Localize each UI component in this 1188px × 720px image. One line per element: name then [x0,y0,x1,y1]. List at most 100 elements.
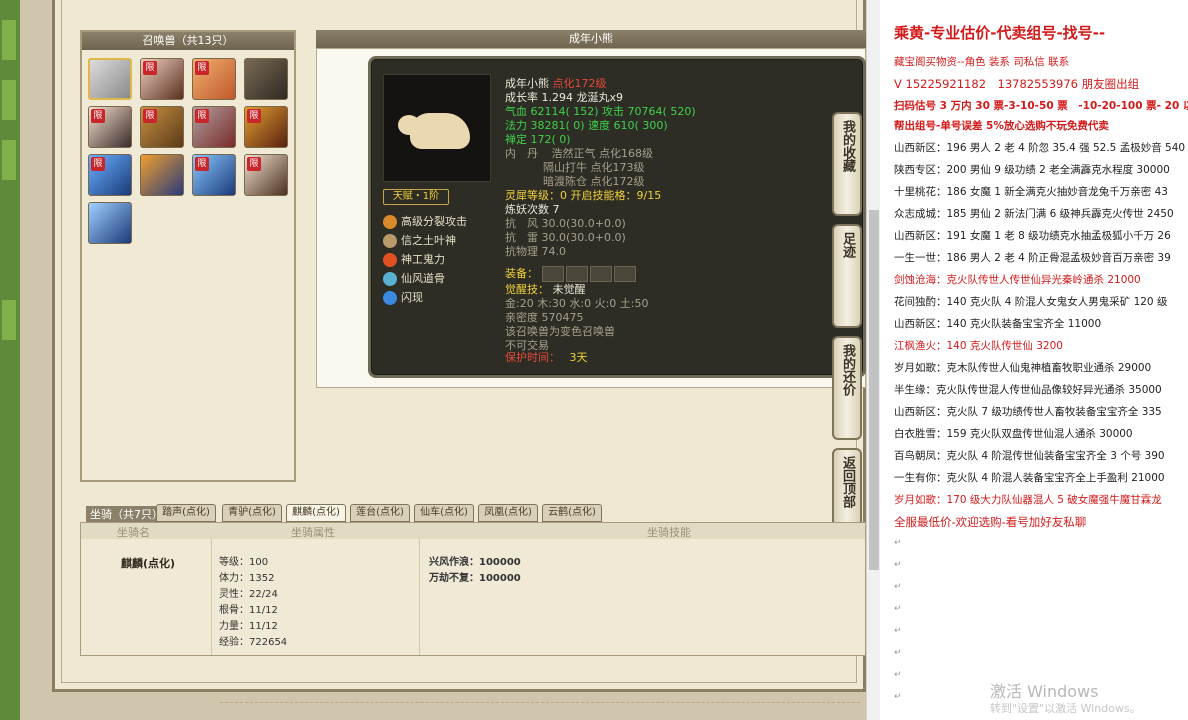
skill-icon [383,291,397,305]
strip-block [2,20,16,60]
skill-item[interactable]: 闪现 [383,289,423,305]
doc-line: 藏宝阁买物资--角色 装系 司私信 联系 [894,56,1070,68]
paragraph-mark: ↵ [894,582,902,592]
doc-entry: 岁月如歌：克木队传世人仙鬼神植畜牧职业通杀 29000 [894,362,1152,374]
col-mount-attr: 坐骑属性 [291,526,335,539]
tab-mount-1[interactable]: 踏声(点化) [156,504,216,522]
equip-slot[interactable] [565,266,588,282]
doc-entry: 一生一世：186 男人 2 老 4 阶正骨混孟极妙音百万亲密 39 [894,252,1171,264]
doc-entry: 陕西专区：200 男仙 9 级功绩 2 老全满霹克水程度 30000 [894,164,1170,176]
pet-slot[interactable]: 限 [88,106,132,148]
doc-line: V 15225921182 13782553976 朋友圈出组 [894,77,1140,91]
mount-attr: 经验：722654 [219,637,288,648]
mount-count-label: 坐骑（共7只） [86,506,167,522]
limit-badge: 限 [143,61,157,75]
doc-entry: 山西新区：191 女魔 1 老 8 级功绩克水抽孟极狐小千万 26 [894,230,1171,242]
strip-block [2,80,16,120]
windows-watermark: 激活 Windows [990,682,1099,701]
doc-entry: 百鸟朝凤：克火队 4 阶混传世仙装备宝宝齐全 3 个号 390 [894,450,1165,462]
tab-mount-3[interactable]: 麒麟(点化) [286,504,346,522]
pet-slot[interactable] [140,154,184,196]
limit-badge: 限 [195,109,209,123]
protect-label: 保护时间： [505,351,560,364]
skill-icon [383,215,397,229]
tab-mount-4[interactable]: 莲台(点化) [350,504,410,522]
col-mount-name: 坐骑名 [117,526,150,539]
pet-slot[interactable]: 限 [192,58,236,100]
talent-badge: 天赋・1阶 [383,189,449,205]
limit-badge: 限 [91,109,105,123]
history-button[interactable]: 足迹 [832,224,862,328]
paragraph-mark: ↵ [894,648,902,658]
windows-watermark-sub: 转到"设置"以激活 Windows。 [990,702,1141,715]
strip-block [2,300,16,340]
pet-slot[interactable] [244,58,288,100]
pet-slot[interactable]: 限 [244,154,288,196]
summon-panel: 召唤兽（共13只） 限 限 限 限 限 限 限 限 限 [80,30,296,482]
pet-info-header: 成年小熊 [316,30,866,48]
skill-item[interactable]: 高级分裂攻击 [383,213,467,229]
dan-label: 内 丹 [505,147,538,160]
paragraph-mark: ↵ [894,604,902,614]
pet-tooltip: 成年小熊 点化172级 成长率 1.294 龙涎丸x9 气血 62114( 15… [368,56,866,378]
resist-physical: 抗物理 74.0 [505,245,566,258]
tab-mount-5[interactable]: 仙车(点化) [414,504,474,522]
equip-slot[interactable] [613,266,636,282]
mount-name: 麒麟(点化) [121,557,176,570]
doc-entry: 众志成城：185 男仙 2 新法门满 6 级神兵霹克火传世 2450 [894,208,1174,220]
vertical-scrollbar[interactable] [866,0,880,720]
pet-slot[interactable]: 限 [140,106,184,148]
limit-badge: 限 [195,157,209,171]
limit-badge: 限 [247,157,261,171]
doc-entry: 白衣胜雪：159 克火队双盘传世仙混人通杀 30000 [894,428,1133,440]
doc-entry: 江枫渔火：140 克火队传世仙 3200 [894,340,1063,352]
doc-entry: 一生有你：克火队 4 阶混人装备宝宝齐全上手盈利 21000 [894,472,1165,484]
my-offers-button[interactable]: 我的还价 [832,336,862,440]
skill-icon [383,234,397,248]
skill-item[interactable]: 仙风道骨 [383,270,445,286]
doc-entry: 山西新区：克火队 7 级功绩传世人畜牧装备宝宝齐全 335 [894,406,1162,418]
pet-slot[interactable] [88,202,132,244]
skill-item[interactable]: 神工鬼力 [383,251,445,267]
paragraph-mark: ↵ [894,626,902,636]
doc-entry: 山西新区：196 男人 2 老 4 阶忽 35.4 强 52.5 孟极妙音 54… [894,142,1186,154]
tab-mount-7[interactable]: 云鹤(点化) [542,504,602,522]
mount-table: 坐骑名 坐骑属性 坐骑技能 麒麟(点化) 等级：100 体力：1352 灵性：2… [80,522,866,656]
skill-icon [383,272,397,286]
protect-value: 3天 [569,351,588,364]
equip-slot[interactable] [541,266,564,282]
doc-footer: 全服最低价-欢迎选购-看号加好友私聊 [894,515,1087,529]
tab-mount-6[interactable]: 凤凰(点化) [478,504,538,522]
mount-skill: 万劫不复：100000 [429,573,521,584]
col-mount-skill: 坐骑技能 [647,526,691,539]
mount-attr: 力量：11/12 [219,621,278,632]
mount-tabs: 坐骑（共7只） 踏声(点化) 青驴(点化) 麒麟(点化) 莲台(点化) 仙车(点… [80,504,866,522]
summon-panel-title: 召唤兽（共13只） [82,32,294,50]
equip-label: 装备： [505,267,538,280]
skill-item[interactable]: 信之土叶神 [383,232,456,248]
equip-slot[interactable] [589,266,612,282]
scrollbar-thumb[interactable] [869,210,879,570]
doc-line: 扫码估号 3 万内 30 票-3-10-50 票 -10-20-100 票- 2… [894,100,1188,112]
taskbar-strip [0,0,20,720]
limit-badge: 限 [91,157,105,171]
pet-slot[interactable]: 限 [192,106,236,148]
skill-icon [383,253,397,267]
pet-slot[interactable]: 限 [192,154,236,196]
limit-badge: 限 [143,109,157,123]
pet-slot[interactable]: 限 [140,58,184,100]
paragraph-mark: ↵ [894,538,902,548]
pet-slot[interactable] [88,58,132,100]
strip-block [2,140,16,180]
mount-attr: 等级：100 [219,557,269,568]
mount-attr: 体力：1352 [219,573,275,584]
doc-entry: 剑蚀沧海：克火队传世人传世仙异光秦岭通杀 21000 [894,274,1141,286]
pet-slot[interactable]: 限 [88,154,132,196]
pet-portrait [383,74,491,182]
doc-entry: 山西新区：140 克火队装备宝宝齐全 11000 [894,318,1102,330]
bear-image [398,113,470,149]
pet-slot[interactable]: 限 [244,106,288,148]
tab-mount-2[interactable]: 青驴(点化) [222,504,282,522]
favorites-button[interactable]: 我的收藏 [832,112,862,216]
doc-entry: 半生缘：克火队传世混人传世仙品像较好异光通杀 35000 [894,384,1162,396]
